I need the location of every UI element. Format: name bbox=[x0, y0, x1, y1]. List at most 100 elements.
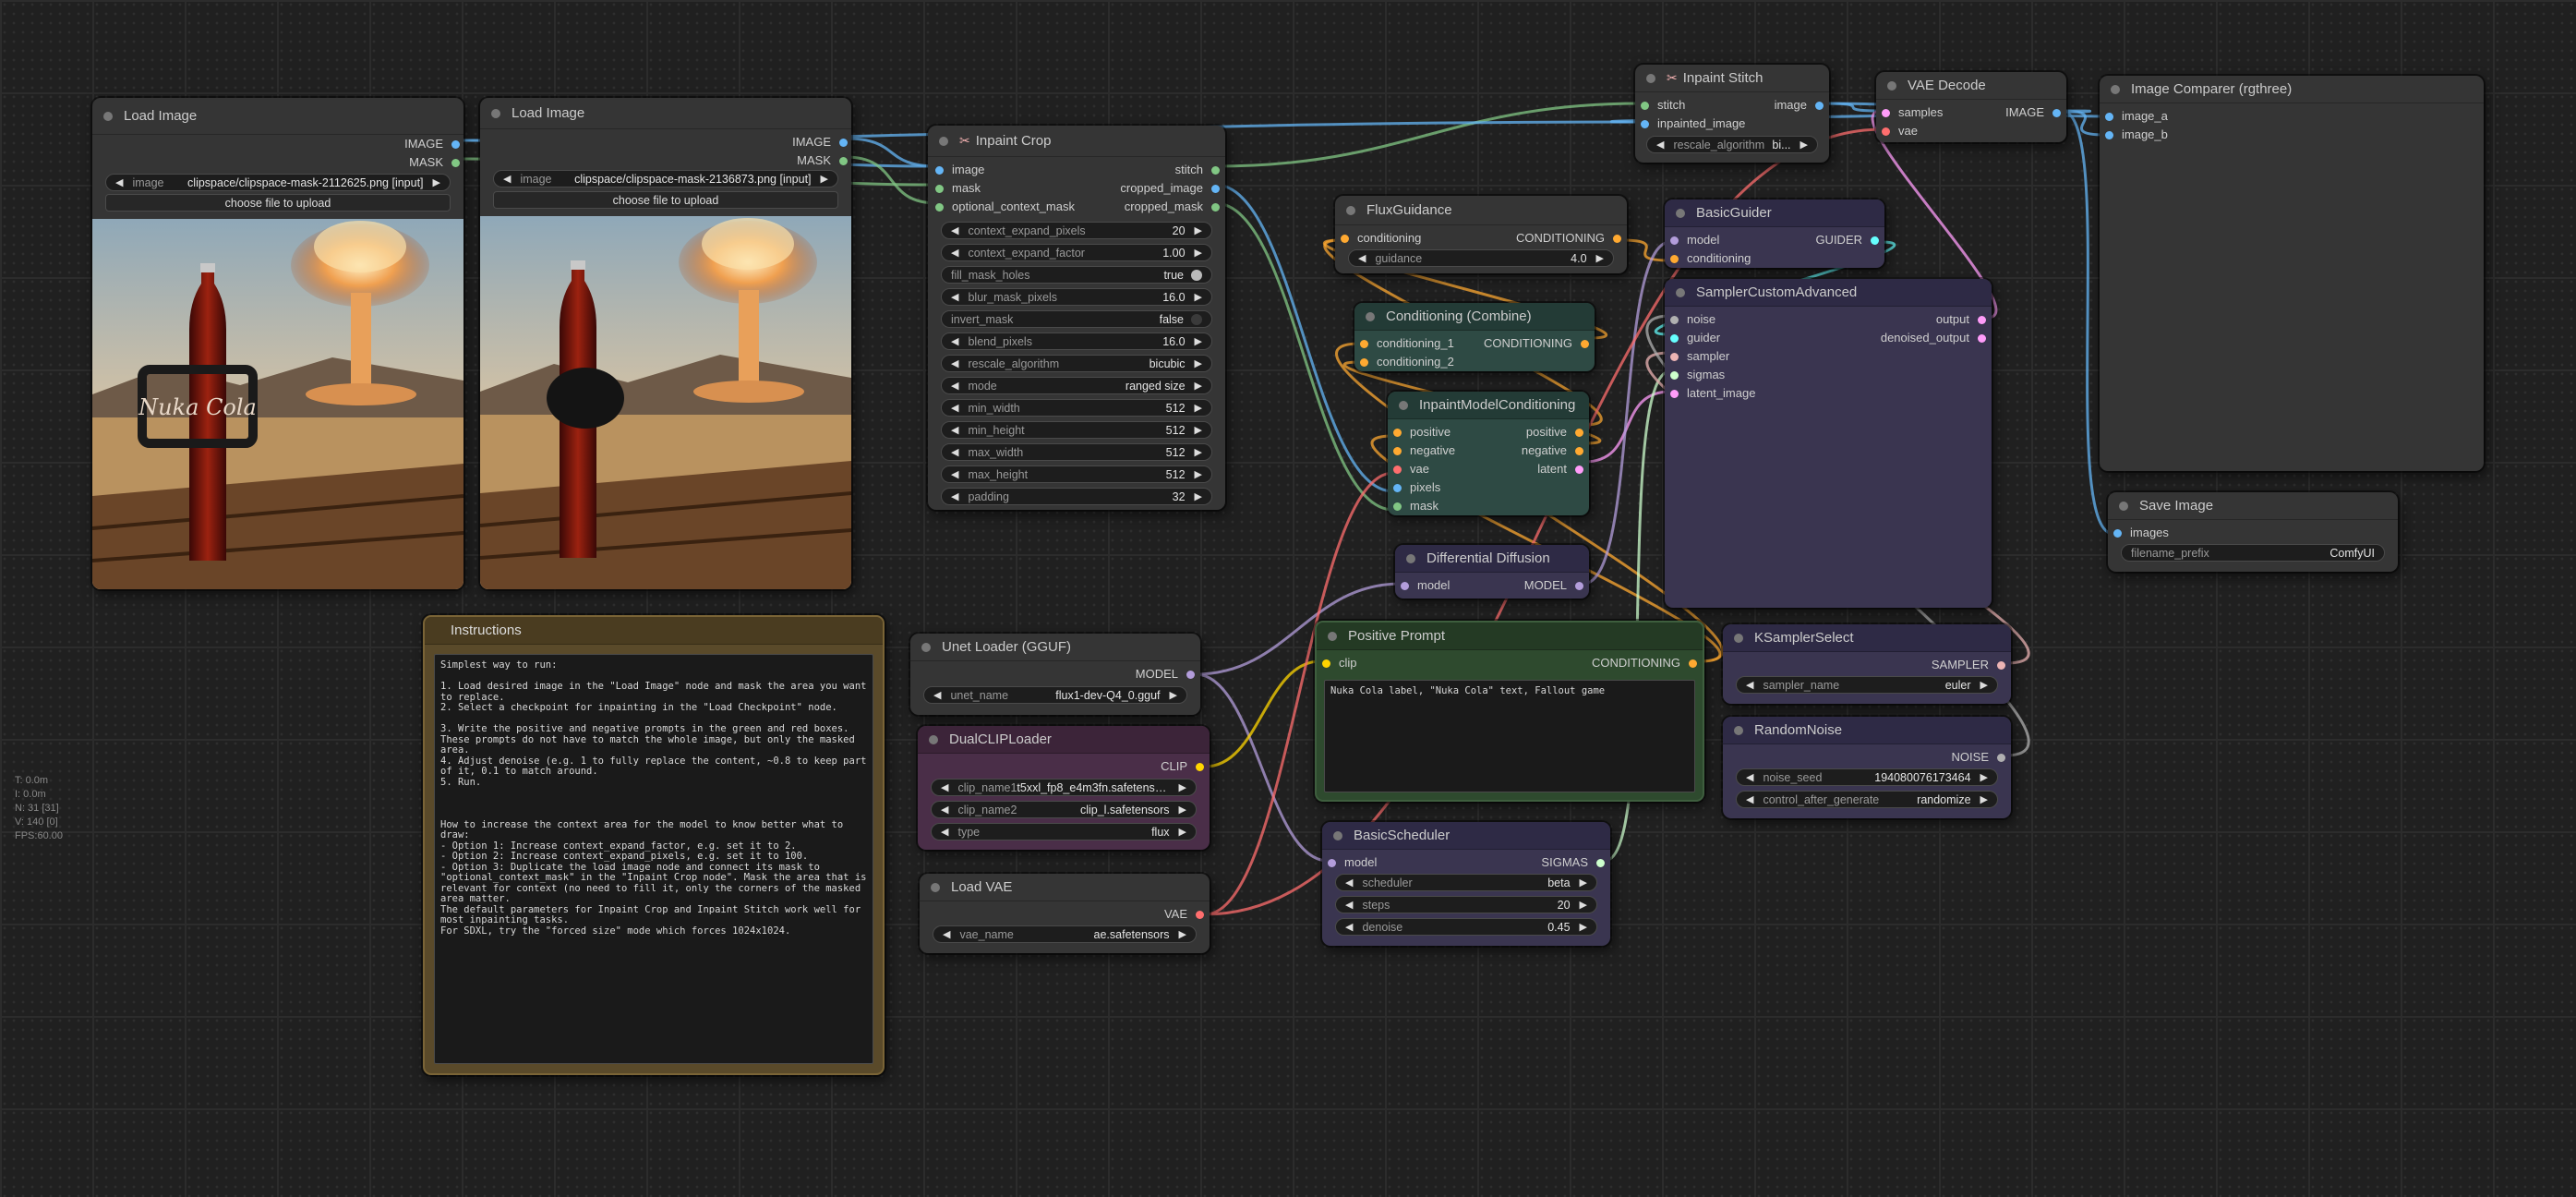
slot-pin-icon[interactable] bbox=[1575, 466, 1583, 474]
slot-pin-icon[interactable] bbox=[1596, 859, 1605, 867]
slot-pin-icon[interactable] bbox=[1670, 371, 1679, 380]
output-mask[interactable]: MASK bbox=[797, 153, 848, 168]
widget-sampler-name[interactable]: ◀ sampler_name euler ▶ bbox=[1736, 676, 1998, 694]
node-ksampler-select[interactable]: KSamplerSelect SAMPLER ◀ sampler_name eule… bbox=[1723, 624, 2011, 704]
input-conditioning-2[interactable]: conditioning_2 bbox=[1360, 355, 1454, 369]
slot-pin-icon[interactable] bbox=[1196, 911, 1204, 919]
slot-pin-icon[interactable] bbox=[1211, 203, 1220, 212]
arrow-right-icon[interactable]: ▶ bbox=[1580, 921, 1587, 933]
slot-pin-icon[interactable] bbox=[1978, 316, 1986, 324]
arrow-left-icon[interactable]: ◀ bbox=[1656, 139, 1664, 151]
collapse-dot-icon[interactable] bbox=[1646, 73, 1655, 83]
arrow-right-icon[interactable]: ▶ bbox=[1195, 402, 1202, 414]
widget-denoise[interactable]: ◀ denoise 0.45 ▶ bbox=[1335, 918, 1597, 936]
input-pixels[interactable]: pixels bbox=[1393, 480, 1440, 495]
arrow-right-icon[interactable]: ▶ bbox=[433, 176, 440, 188]
widget-max-height[interactable]: ◀ max_height 512 ▶ bbox=[941, 466, 1212, 483]
input-stitch[interactable]: stitch bbox=[1641, 98, 1685, 113]
node-header[interactable]: Unet Loader (GGUF) bbox=[910, 634, 1200, 661]
arrow-right-icon[interactable]: ▶ bbox=[1596, 252, 1604, 264]
arrow-right-icon[interactable]: ▶ bbox=[1195, 446, 1202, 458]
collapse-dot-icon[interactable] bbox=[1346, 205, 1355, 215]
node-differential-diffusion[interactable]: Differential Diffusion model MODEL bbox=[1395, 545, 1589, 598]
widget-type[interactable]: ◀ type flux ▶ bbox=[931, 823, 1197, 840]
arrow-right-icon[interactable]: ▶ bbox=[1195, 490, 1202, 502]
node-load-image-1[interactable]: Load Image IMAGE MASK ◀ image clipspace/cl… bbox=[92, 98, 463, 589]
arrow-right-icon[interactable]: ▶ bbox=[1195, 224, 1202, 236]
widget-mode[interactable]: ◀ mode ranged size ▶ bbox=[941, 377, 1212, 394]
collapse-dot-icon[interactable] bbox=[1734, 725, 1743, 735]
arrow-right-icon[interactable]: ▶ bbox=[1195, 424, 1202, 436]
widget-padding[interactable]: ◀ padding 32 ▶ bbox=[941, 488, 1212, 505]
upload-button[interactable]: choose file to upload bbox=[493, 191, 838, 209]
node-header[interactable]: VAE Decode bbox=[1876, 72, 2066, 100]
output-noise[interactable]: NOISE bbox=[1952, 750, 2005, 765]
slot-pin-icon[interactable] bbox=[1328, 859, 1336, 867]
widget-rescale-algorithm[interactable]: ◀ rescale_algorithm bi... ▶ bbox=[1646, 136, 1818, 153]
node-header[interactable]: RandomNoise bbox=[1723, 717, 2011, 744]
slot-pin-icon[interactable] bbox=[451, 140, 460, 149]
output-image[interactable]: IMAGE bbox=[2005, 105, 2061, 120]
slot-pin-icon[interactable] bbox=[1575, 447, 1583, 455]
input-samples[interactable]: samples bbox=[1882, 105, 1943, 120]
collapse-dot-icon[interactable] bbox=[1366, 311, 1375, 321]
slot-pin-icon[interactable] bbox=[1575, 429, 1583, 437]
widget-context-expand-pixels[interactable]: ◀ context_expand_pixels 20 ▶ bbox=[941, 222, 1212, 239]
widget-clip-name2[interactable]: ◀ clip_name2 clip_l.safetensors ▶ bbox=[931, 801, 1197, 818]
widget-control-after-generate[interactable]: ◀ control_after_generate randomize ▶ bbox=[1736, 791, 1998, 808]
output-guider[interactable]: GUIDER bbox=[1815, 233, 1879, 248]
node-dual-clip-loader[interactable]: DualCLIPLoader CLIP ◀ clip_name1 t5xxl_fp8… bbox=[918, 726, 1210, 850]
node-positive-prompt[interactable]: Positive Prompt clip CONDITIONING Nuka C… bbox=[1315, 621, 1704, 802]
input-model[interactable]: model bbox=[1401, 578, 1450, 593]
slot-pin-icon[interactable] bbox=[1393, 484, 1402, 492]
input-negative[interactable]: negative bbox=[1393, 443, 1455, 458]
node-header[interactable]: BasicScheduler bbox=[1322, 822, 1610, 850]
widget-steps[interactable]: ◀ steps 20 ▶ bbox=[1335, 896, 1597, 913]
arrow-right-icon[interactable]: ▶ bbox=[1195, 247, 1202, 259]
arrow-right-icon[interactable]: ▶ bbox=[1179, 826, 1186, 838]
slot-pin-icon[interactable] bbox=[1393, 502, 1402, 511]
collapse-dot-icon[interactable] bbox=[921, 642, 931, 652]
arrow-right-icon[interactable]: ▶ bbox=[1980, 771, 1988, 783]
widget-clip-name1[interactable]: ◀ clip_name1 t5xxl_fp8_e4m3fn.safetensors ▶ bbox=[931, 779, 1197, 796]
collapse-dot-icon[interactable] bbox=[1399, 400, 1408, 410]
widget-blur-mask-pixels[interactable]: ◀ blur_mask_pixels 16.0 ▶ bbox=[941, 288, 1212, 306]
slot-pin-icon[interactable] bbox=[1670, 334, 1679, 343]
arrow-left-icon[interactable]: ◀ bbox=[933, 689, 941, 701]
node-header[interactable]: Load Image bbox=[92, 98, 463, 135]
arrow-left-icon[interactable]: ◀ bbox=[1358, 252, 1366, 264]
slot-pin-icon[interactable] bbox=[1581, 340, 1589, 348]
slot-pin-icon[interactable] bbox=[1670, 390, 1679, 398]
arrow-right-icon[interactable]: ▶ bbox=[1179, 804, 1186, 816]
input-image-a[interactable]: image_a bbox=[2105, 109, 2168, 124]
node-header[interactable]: Positive Prompt bbox=[1317, 623, 1703, 650]
node-basic-scheduler[interactable]: BasicScheduler model SIGMAS ◀ scheduler be… bbox=[1322, 822, 1610, 946]
slot-pin-icon[interactable] bbox=[1211, 185, 1220, 193]
slot-pin-icon[interactable] bbox=[1322, 659, 1330, 668]
slot-pin-icon[interactable] bbox=[1360, 340, 1368, 348]
node-header[interactable]: InpaintModelConditioning bbox=[1388, 392, 1589, 419]
output-positive[interactable]: positive bbox=[1526, 425, 1583, 440]
instructions-text[interactable]: Simplest way to run: 1. Load desired ima… bbox=[434, 654, 873, 1064]
widget-min-width[interactable]: ◀ min_width 512 ▶ bbox=[941, 399, 1212, 417]
output-stitch[interactable]: stitch bbox=[1175, 163, 1220, 177]
output-image[interactable]: IMAGE bbox=[404, 137, 460, 151]
collapse-dot-icon[interactable] bbox=[2111, 84, 2120, 94]
input-mask[interactable]: mask bbox=[1393, 499, 1438, 514]
arrow-right-icon[interactable]: ▶ bbox=[1195, 291, 1202, 303]
arrow-right-icon[interactable]: ▶ bbox=[1179, 781, 1186, 793]
slot-pin-icon[interactable] bbox=[839, 157, 848, 165]
slot-pin-icon[interactable] bbox=[451, 159, 460, 167]
slot-pin-icon[interactable] bbox=[1815, 102, 1824, 110]
arrow-left-icon[interactable]: ◀ bbox=[951, 490, 958, 502]
node-inpaint-model-conditioning[interactable]: InpaintModelConditioning positive negati… bbox=[1388, 392, 1589, 515]
output-model[interactable]: MODEL bbox=[1524, 578, 1583, 593]
widget-max-width[interactable]: ◀ max_width 512 ▶ bbox=[941, 443, 1212, 461]
slot-pin-icon[interactable] bbox=[935, 185, 944, 193]
input-positive[interactable]: positive bbox=[1393, 425, 1451, 440]
slot-pin-icon[interactable] bbox=[1341, 235, 1349, 243]
node-header[interactable]: DualCLIPLoader bbox=[918, 726, 1210, 754]
prompt-textarea[interactable]: Nuka Cola label, "Nuka Cola" text, Fallo… bbox=[1324, 680, 1695, 792]
widget-unet-name[interactable]: ◀ unet_name flux1-dev-Q4_0.gguf ▶ bbox=[923, 686, 1187, 704]
output-vae[interactable]: VAE bbox=[1164, 907, 1204, 922]
